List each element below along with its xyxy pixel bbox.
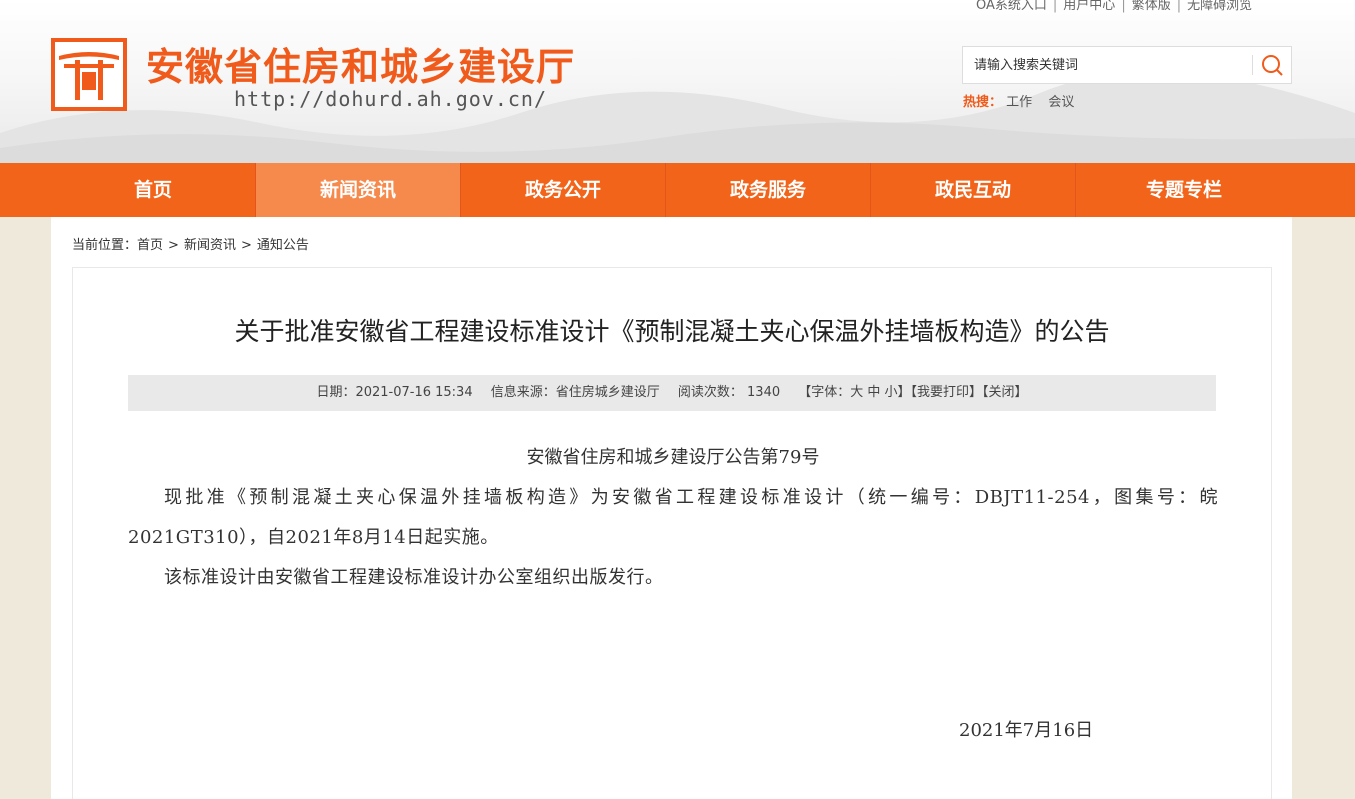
sign-date: 2021年7月16日 [959, 720, 1094, 741]
top-link-accessibility[interactable]: 无障碍浏览 [1187, 0, 1252, 13]
divider: | [1121, 0, 1126, 13]
article-meta-bar: 日期：2021-07-16 15:34 信息来源：省住房城乡建设厅 阅读次数： … [128, 375, 1216, 411]
article-paragraph: 现批准《预制混凝土夹心保温外挂墙板构造》为安徽省工程建设标准设计（统一编号：DB… [128, 487, 1218, 548]
search-button[interactable] [1257, 51, 1287, 79]
print-button[interactable]: 【我要打印】 [911, 385, 983, 400]
close-button[interactable]: 【关闭】 [982, 385, 1028, 400]
article-source: 信息来源：省住房城乡建设厅 [490, 385, 660, 400]
nav-item-news[interactable]: 新闻资讯 [256, 163, 461, 217]
article-views: 阅读次数： 1340 [677, 385, 781, 400]
main-content: 当前位置：首页 > 新闻资讯 > 通知公告 关于批准安徽省工程建设标准设计《预制混凝土夹… [51, 217, 1292, 799]
search-icon [1262, 55, 1283, 76]
main-nav: 首页 新闻资讯 政务公开 政务服务 政民互动 专题专栏 [0, 163, 1355, 217]
divider: | [1052, 0, 1058, 13]
search-input[interactable] [963, 47, 1251, 83]
breadcrumb: 当前位置：首页 > 新闻资讯 > 通知公告 [72, 234, 309, 253]
article-title: 关于批准安徽省工程建设标准设计《预制混凝土夹心保温外挂墙板构造》的公告 [234, 317, 1110, 346]
hot-search-item[interactable]: 工作 [1006, 95, 1032, 110]
article-date: 日期：2021-07-16 15:34 [316, 385, 473, 400]
search-divider [1252, 55, 1253, 75]
divider: | [1176, 0, 1182, 13]
hot-search-item[interactable]: 会议 [1048, 95, 1074, 110]
nav-item-home[interactable]: 首页 [51, 163, 256, 217]
site-logo[interactable] [51, 38, 127, 111]
logo-gate-icon [59, 52, 119, 100]
top-link-user-center[interactable]: 用户中心 [1063, 0, 1115, 13]
site-title: 安徽省住房和城乡建设厅 [146, 45, 576, 89]
nav-item-services[interactable]: 政务服务 [666, 163, 871, 217]
breadcrumb-news[interactable]: 新闻资讯 [184, 238, 236, 253]
article: 关于批准安徽省工程建设标准设计《预制混凝土夹心保温外挂墙板构造》的公告 日期：2… [72, 267, 1272, 799]
nav-item-gov-affairs[interactable]: 政务公开 [461, 163, 666, 217]
breadcrumb-separator: > [240, 238, 252, 253]
notice-number: 安徽省住房和城乡建设厅公告第79号 [526, 447, 820, 468]
breadcrumb-notices[interactable]: 通知公告 [257, 238, 309, 253]
breadcrumb-separator: > [168, 238, 179, 253]
article-body: 安徽省住房和城乡建设厅公告第79号 现批准《预制混凝土夹心保温外挂墙板构造》为安… [128, 438, 1218, 598]
hot-search: 热搜： 工作 会议 [963, 91, 1086, 110]
article-paragraph: 该标准设计由安徽省工程建设标准设计办公室组织出版发行。 [164, 567, 664, 588]
breadcrumb-home[interactable]: 首页 [137, 238, 163, 253]
font-size-control[interactable]: 【字体：大 中 小】 [798, 385, 910, 400]
site-url: http://dohurd.ah.gov.cn/ [234, 87, 547, 111]
top-links: OA系统入口 | 用户中心 | 繁体版 | 无障碍浏览 [976, 0, 1252, 13]
nav-item-topics[interactable]: 专题专栏 [1076, 163, 1292, 217]
top-link-traditional[interactable]: 繁体版 [1132, 0, 1171, 13]
search-box [962, 46, 1292, 84]
breadcrumb-prefix: 当前位置： [72, 238, 138, 253]
nav-item-interaction[interactable]: 政民互动 [871, 163, 1076, 217]
top-link-oa[interactable]: OA系统入口 [976, 0, 1047, 13]
site-header: OA系统入口 | 用户中心 | 繁体版 | 无障碍浏览 安徽省住房和城乡建设厅 http:/… [0, 0, 1355, 163]
hot-search-label: 热搜： [963, 95, 1003, 110]
